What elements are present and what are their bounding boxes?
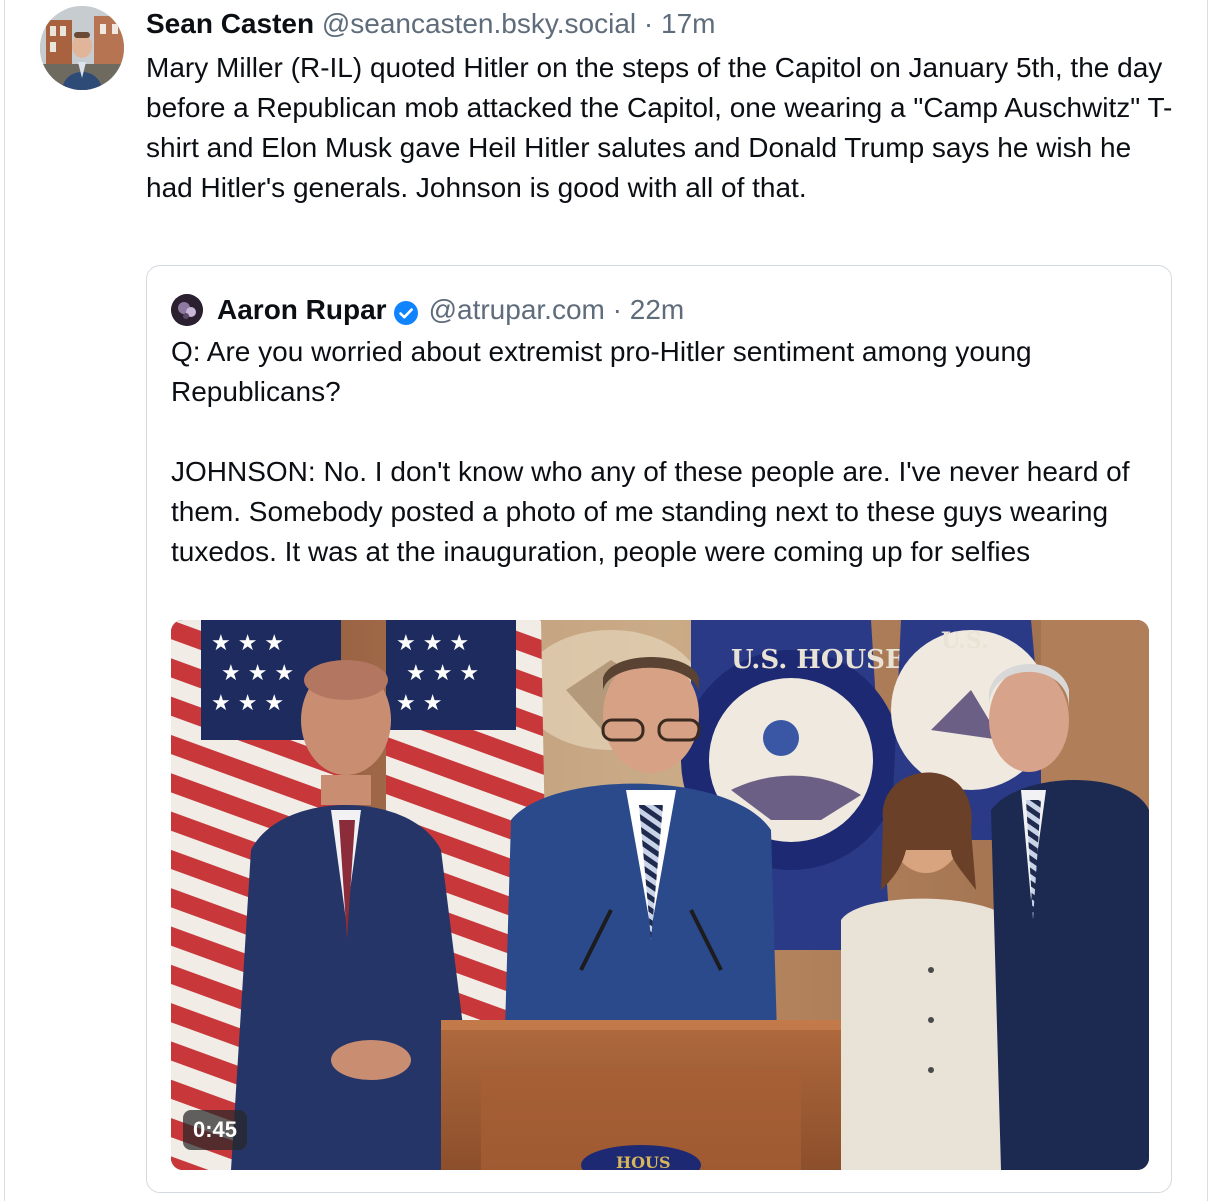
- quoted-post-card[interactable]: Aaron Rupar @atrupar.com · 22m Q: Are yo…: [146, 265, 1172, 1193]
- quoted-post-header: Aaron Rupar @atrupar.com · 22m: [171, 290, 684, 330]
- svg-text:★ ★ ★: ★ ★ ★: [396, 631, 469, 656]
- post-text: Mary Miller (R-IL) quoted Hitler on the …: [146, 48, 1176, 208]
- video-duration-badge: 0:45: [183, 1110, 248, 1150]
- author-handle[interactable]: @seancasten.bsky.social: [322, 8, 636, 39]
- svg-text:★ ★ ★: ★ ★ ★: [406, 661, 479, 686]
- header-separator: ·: [643, 8, 654, 39]
- video-player[interactable]: ★ ★ ★ ★ ★ ★ ★ ★ ★ ★ ★ ★ ★ ★ ★ ★ ★ U.S. H…: [171, 620, 1149, 1170]
- quoted-post-text: Q: Are you worried about extremist pro-H…: [171, 332, 1151, 572]
- quoted-post-timestamp[interactable]: 22m: [630, 290, 684, 330]
- svg-text:★ ★: ★ ★: [396, 691, 442, 716]
- svg-text:★ ★ ★: ★ ★ ★: [221, 661, 294, 686]
- post-timestamp[interactable]: 17m: [661, 8, 715, 39]
- post: Sean Casten @seancasten.bsky.social · 17…: [0, 0, 1213, 1201]
- quoted-header-separator: ·: [612, 294, 622, 325]
- svg-text:★ ★ ★: ★ ★ ★: [211, 631, 284, 656]
- avatar-photo: [40, 6, 124, 90]
- quoted-answer: JOHNSON: No. I don't know who any of the…: [171, 456, 1130, 567]
- quoted-author-name[interactable]: Aaron Rupar: [217, 290, 387, 330]
- post-header: Sean Casten @seancasten.bsky.social · 17…: [146, 4, 716, 44]
- svg-text:★ ★ ★: ★ ★ ★: [211, 691, 284, 716]
- author-name[interactable]: Sean Casten: [146, 8, 314, 39]
- video-thumbnail: ★ ★ ★ ★ ★ ★ ★ ★ ★ ★ ★ ★ ★ ★ ★ ★ ★ U.S. H…: [171, 620, 1149, 1170]
- quoted-question: Q: Are you worried about extremist pro-H…: [171, 336, 1032, 407]
- quoted-author-handle[interactable]: @atrupar.com: [429, 290, 605, 330]
- post-text-paragraph: Mary Miller (R-IL) quoted Hitler on the …: [146, 52, 1173, 203]
- avatar[interactable]: [40, 6, 124, 90]
- verified-badge-icon: [393, 297, 419, 325]
- podium-text: HOUS: [616, 1153, 671, 1170]
- seal-text-2: U.S.: [941, 628, 989, 654]
- quoted-author-avatar[interactable]: [171, 294, 203, 326]
- quoted-avatar-image: [171, 294, 203, 326]
